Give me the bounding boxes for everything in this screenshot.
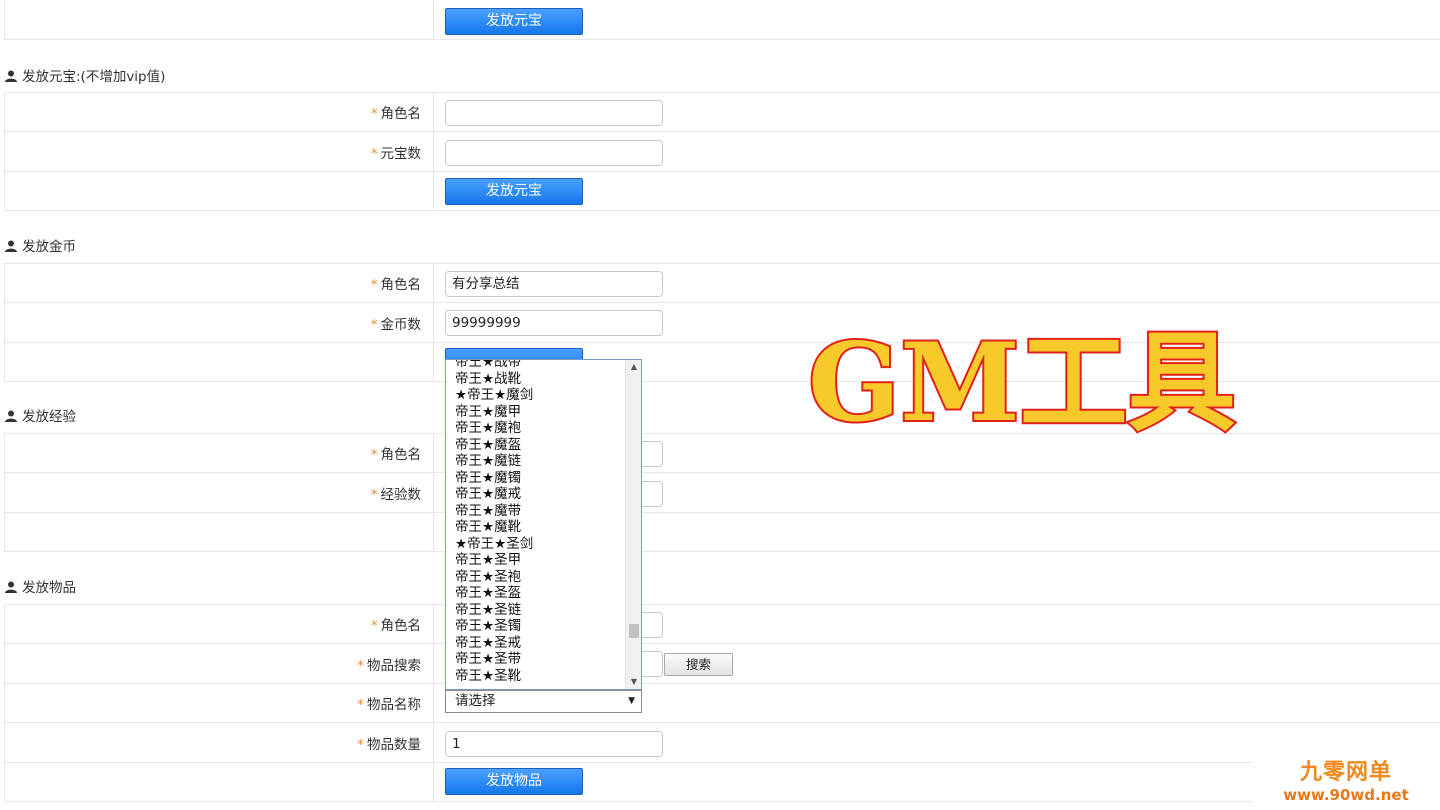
dropdown-option[interactable]: 帝王★魔甲 [455,404,625,421]
dropdown-option[interactable]: 帝王★圣甲 [455,552,625,569]
dropdown-option[interactable]: 帝王★魔戒 [455,486,625,503]
amount-label: 金币数 [380,316,422,333]
form-row-role: * 角色名 [4,263,1440,303]
caret-down-icon: ▼ [628,696,635,706]
gm-tool-watermark: GM工具 [806,318,1238,448]
dropdown-option[interactable]: ★帝王★圣剑 [455,536,625,553]
item-name-select[interactable]: 请选择 ▼ [445,690,642,713]
scrollbar-thumb[interactable] [629,624,639,638]
required-mark: * [370,277,378,293]
form-row-role: * 角色名 [4,604,1440,644]
required-mark: * [370,316,378,333]
role-label: 角色名 [380,106,422,122]
dropdown-option[interactable]: 帝王★圣链 [455,602,625,619]
dropdown-option[interactable]: 帝王★魔带 [455,503,625,520]
section-title: 发放元宝:(不增加vip值) [22,69,166,85]
section-title: 发放物品 [22,580,76,596]
required-mark: * [357,736,364,753]
gold-amount-input[interactable]: 99999999 [445,310,663,336]
user-icon [5,410,17,422]
section-yuanbao: 发放元宝:(不增加vip值) [4,65,165,85]
user-icon [5,581,17,593]
yuanbao-role-input[interactable] [445,100,663,126]
user-icon [5,70,17,82]
dropdown-scrollbar[interactable]: ▲ ▼ [625,360,641,689]
role-label: 角色名 [380,277,422,293]
section-title: 发放经验 [22,409,76,425]
form-row-amount: * 经验数 [4,472,1440,513]
required-mark: * [357,657,364,674]
amount-label: 元宝数 [380,145,422,162]
qty-label: 物品数量 [367,736,421,753]
form-row-role: * 角色名 [4,92,1440,132]
dropdown-option[interactable]: 帝王★圣靴 [455,668,625,685]
section-gold: 发放金币 [4,235,76,255]
dropdown-option[interactable]: 帝王★魔链 [455,453,625,470]
amount-label: 经验数 [380,486,422,503]
search-button[interactable]: 搜索 [664,653,733,676]
search-label: 物品搜索 [367,657,421,674]
required-mark: * [370,145,378,162]
site-brand-logo: 九零网单 www.90wd.net [1252,756,1440,810]
form-row-submit [4,171,1440,211]
dropdown-option[interactable]: 帝王★战带 [455,360,625,371]
form-row-name: * 物品名称 [4,683,1440,723]
form-row-qty: * 物品数量 [4,722,1440,763]
role-label: 角色名 [380,618,422,634]
row-label-cell [5,0,434,39]
grant-yuanbao-button-top[interactable]: 发放元宝 [445,8,583,35]
select-value: 请选择 [455,693,496,709]
caret-down-icon[interactable]: ▼ [626,675,641,689]
user-icon [5,240,17,252]
role-label: 角色名 [380,447,422,463]
watermark-text: GM工具 [808,320,1236,446]
brand-url: www.90wd.net [1283,786,1409,804]
dropdown-option[interactable]: 帝王★魔镯 [455,470,625,487]
brand-name: 九零网单 [1299,760,1392,785]
dropdown-option[interactable]: 帝王★圣戒 [455,635,625,652]
form-row-amount: * 元宝数 [4,131,1440,172]
form-row-top [4,0,1440,40]
dropdown-option[interactable]: 帝王★魔靴 [455,519,625,536]
dropdown-option[interactable]: 帝王★魔盔 [455,437,625,454]
name-label: 物品名称 [367,697,421,713]
dropdown-option[interactable]: 帝王★圣镯 [455,618,625,635]
caret-up-icon[interactable]: ▲ [626,360,641,374]
section-title: 发放金币 [22,239,76,255]
dropdown-option[interactable]: 帝王★魔袍 [455,420,625,437]
grant-item-button[interactable]: 发放物品 [445,768,583,795]
dropdown-option[interactable]: 帝王★圣带 [455,651,625,668]
gold-role-input[interactable]: 有分享总结 [445,271,663,297]
required-mark: * [370,106,378,122]
form-row-submit [4,762,1440,802]
dropdown-option[interactable]: ★帝王★魔剑 [455,387,625,404]
required-mark: * [370,447,378,463]
required-mark: * [370,618,378,634]
required-mark: * [357,697,364,713]
dropdown-option[interactable]: 帝王★战靴 [455,371,625,388]
item-name-dropdown-list[interactable]: 帝王★战带 帝王★战靴 ★帝王★魔剑 帝王★魔甲 帝王★魔袍 帝王★魔盔 帝王★魔链 帝王★魔… [445,359,642,690]
section-item: 发放物品 [4,576,76,596]
dropdown-option[interactable]: 帝王★圣盔 [455,585,625,602]
grant-yuanbao-button[interactable]: 发放元宝 [445,178,583,205]
required-mark: * [370,486,378,503]
yuanbao-amount-input[interactable] [445,140,663,166]
dropdown-option[interactable]: 帝王★圣袍 [455,569,625,586]
item-qty-input[interactable]: 1 [445,731,663,757]
section-exp: 发放经验 [4,405,76,425]
dropdown-options: 帝王★战带 帝王★战靴 ★帝王★魔剑 帝王★魔甲 帝王★魔袍 帝王★魔盔 帝王★魔链 帝王★魔… [455,360,625,685]
form-row-submit [4,512,1440,552]
